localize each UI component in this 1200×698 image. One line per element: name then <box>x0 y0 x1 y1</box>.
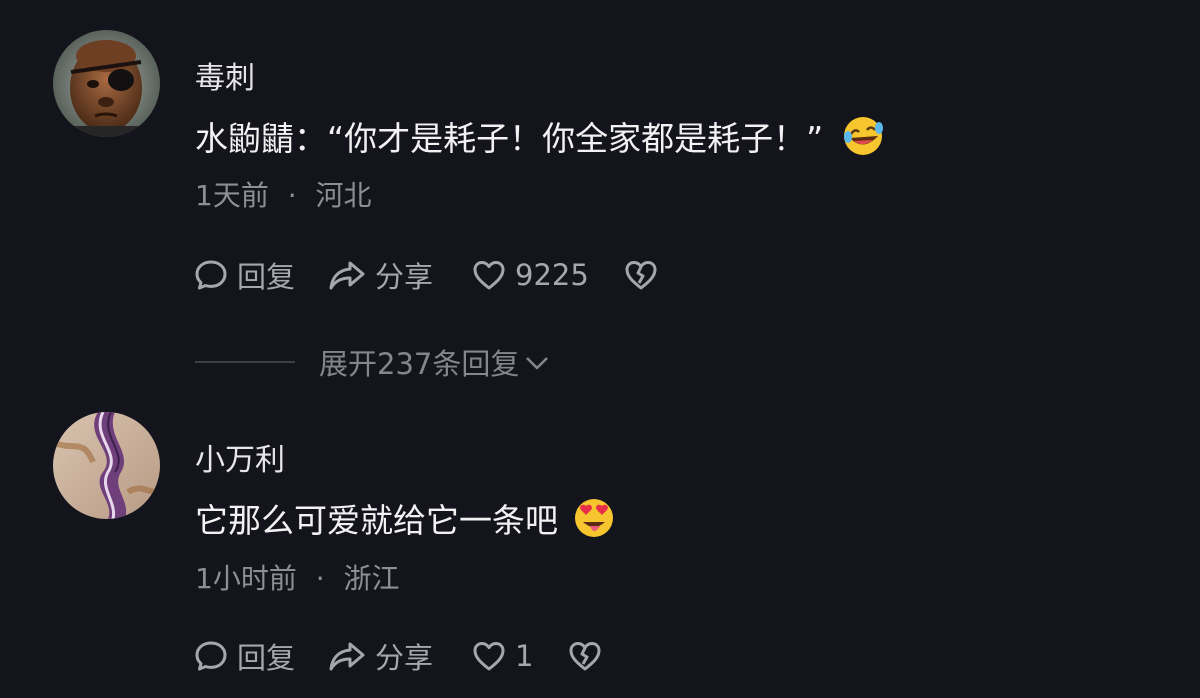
reply-label: 回复 <box>237 260 296 294</box>
heart-eyes-tongue-emoji <box>572 496 616 540</box>
comment-text: 它那么可爱就给它一条吧 <box>195 494 616 542</box>
reply-button[interactable]: 回复 <box>193 254 295 296</box>
avatar[interactable] <box>53 30 160 137</box>
comment-bubble-icon <box>193 257 229 293</box>
action-bar: 回复 分享 9225 <box>193 255 659 295</box>
divider-line <box>195 361 295 363</box>
comment-time: 1天前 <box>195 179 269 212</box>
broken-heart-icon <box>623 257 659 293</box>
meta-separator: · <box>287 179 297 212</box>
comment-text-body: 它那么可爱就给它一条吧 <box>195 501 558 540</box>
like-count: 9225 <box>515 258 589 292</box>
share-label: 分享 <box>375 641 434 675</box>
comment-time: 1小时前 <box>195 562 297 595</box>
avatar[interactable] <box>53 412 160 519</box>
heart-outline-icon <box>471 257 507 293</box>
share-label: 分享 <box>375 260 434 294</box>
dislike-button[interactable] <box>623 257 659 293</box>
expand-replies-label: 展开237条回复 <box>319 347 520 381</box>
comment-location: 河北 <box>315 179 372 212</box>
meta-separator: · <box>315 562 325 595</box>
rolling-laughing-emoji <box>841 114 885 158</box>
share-arrow-icon <box>327 638 367 674</box>
comment-list: 毒刺 水鼩鼱：“你才是耗子！你全家都是耗子！” 1天前 · 河北 回复 分享 9… <box>0 0 1200 698</box>
chevron-down-icon <box>519 348 551 376</box>
heart-outline-icon <box>471 638 507 674</box>
share-button[interactable]: 分享 <box>327 635 433 677</box>
like-button[interactable]: 9225 <box>471 257 589 293</box>
action-bar: 回复 分享 1 <box>193 636 603 676</box>
broken-heart-icon <box>567 638 603 674</box>
username[interactable]: 毒刺 <box>195 53 255 97</box>
reply-button[interactable]: 回复 <box>193 635 295 677</box>
reply-label: 回复 <box>237 641 296 675</box>
comment-bubble-icon <box>193 638 229 674</box>
comment-meta: 1小时前 · 浙江 <box>195 557 400 597</box>
share-arrow-icon <box>327 257 367 293</box>
comment-location: 浙江 <box>343 562 400 595</box>
comment-text-body: 水鼩鼱：“你才是耗子！你全家都是耗子！” <box>195 119 824 158</box>
username[interactable]: 小万利 <box>195 435 285 479</box>
share-button[interactable]: 分享 <box>327 254 433 296</box>
dislike-button[interactable] <box>567 638 603 674</box>
comment-text: 水鼩鼱：“你才是耗子！你全家都是耗子！” <box>195 112 885 160</box>
expand-replies-button[interactable]: 展开237条回复 <box>195 340 551 384</box>
like-button[interactable]: 1 <box>471 638 533 674</box>
like-count: 1 <box>515 639 534 673</box>
comment-meta: 1天前 · 河北 <box>195 174 372 214</box>
